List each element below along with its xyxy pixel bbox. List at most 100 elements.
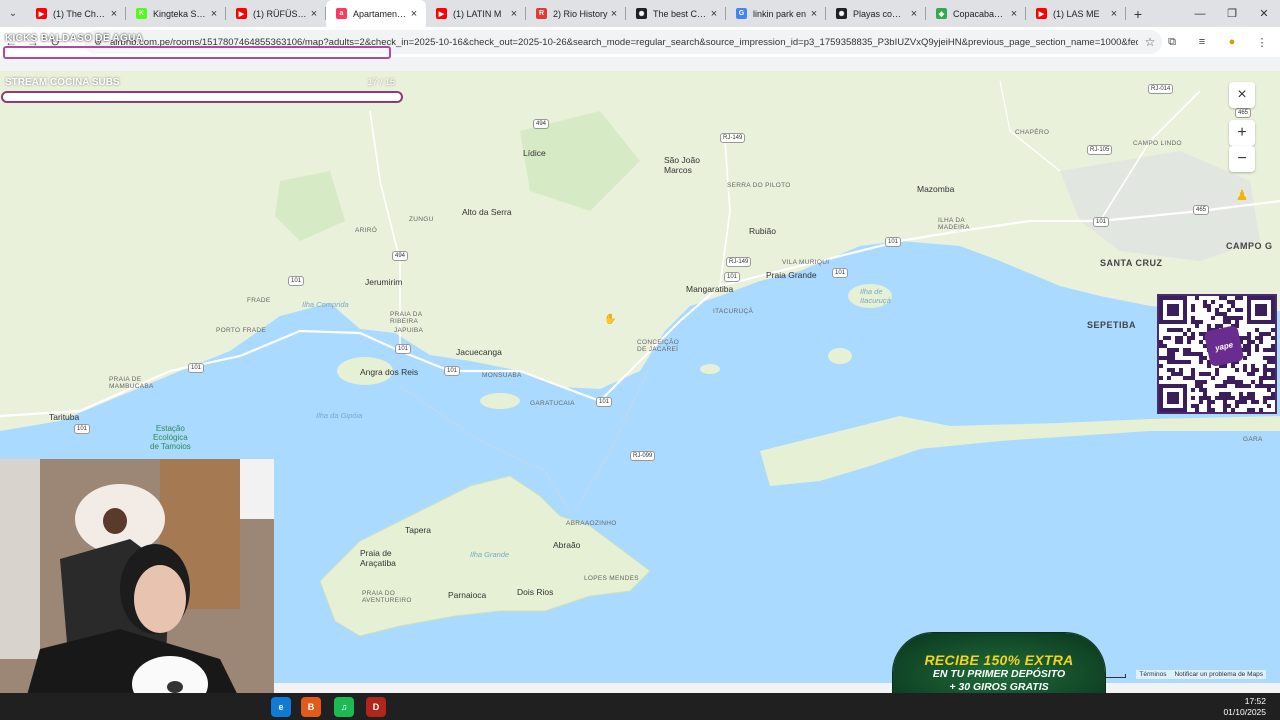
map-place-label: JAPUIBA <box>394 327 424 334</box>
new-tab-button[interactable]: + <box>1126 6 1150 22</box>
report-problem-link[interactable]: Notificar un problema de Maps <box>1174 671 1263 678</box>
qr-module <box>1263 376 1267 380</box>
qr-module <box>1203 380 1207 384</box>
dota-taskbar-icon[interactable]: D <box>366 697 386 717</box>
tab-favicon-icon: K <box>136 8 147 19</box>
system-clock[interactable]: 17:52 01/10/2025 <box>1223 696 1266 718</box>
browser-tab[interactable]: ▶ (1) RÜFÜS DU × <box>226 0 326 27</box>
zoom-in-button[interactable]: + <box>1229 120 1255 146</box>
map-place-label: Angra dos Reis <box>360 367 419 377</box>
qr-module <box>1175 336 1179 340</box>
qr-module <box>1271 368 1275 372</box>
qr-module <box>1195 404 1199 408</box>
road-shield: 101 <box>1093 217 1110 227</box>
minimize-icon[interactable]: — <box>1184 0 1216 27</box>
map-attribution: Términos Notificar un problema de Maps <box>1136 670 1266 679</box>
browser-tab[interactable]: ▶ (1) LAS ME × <box>1026 0 1126 27</box>
qr-module <box>1227 380 1231 384</box>
map-place-label: Praia Grande <box>766 270 817 280</box>
island <box>700 364 720 374</box>
qr-module <box>1199 396 1203 400</box>
tab-favicon-icon: ▶ <box>236 8 247 19</box>
map-place-label: Alto da Serra <box>462 207 512 217</box>
spotify-taskbar-icon[interactable]: ♫ <box>334 697 354 717</box>
extensions-icon[interactable]: ⧉ <box>1160 30 1184 54</box>
street-view-pegman-icon[interactable]: ♟ <box>1233 187 1251 207</box>
zoom-out-button[interactable]: − <box>1229 146 1255 172</box>
tab-search-button[interactable]: ⌄ <box>0 0 26 27</box>
edge-taskbar-icon[interactable]: e <box>271 697 291 717</box>
media-controls-icon[interactable]: ≡ <box>1190 30 1214 54</box>
qr-module <box>1171 360 1175 364</box>
tab-close-icon[interactable]: × <box>408 8 420 20</box>
tab-close-icon[interactable]: × <box>608 8 620 20</box>
promo-line-2: EN TU PRIMER DEPÓSITO <box>932 668 1066 680</box>
qr-module <box>1171 372 1175 376</box>
tab-close-icon[interactable]: × <box>108 8 120 20</box>
qr-module <box>1271 328 1275 332</box>
qr-module <box>1251 364 1255 368</box>
qr-module <box>1199 340 1203 344</box>
browser-tab[interactable]: ✺ Playas comune× <box>826 0 926 27</box>
qr-module <box>1259 376 1263 380</box>
qr-module <box>1191 404 1195 408</box>
qr-module <box>1227 300 1231 304</box>
browser-tab[interactable]: a Apartamento c × <box>326 0 426 27</box>
qr-module <box>1199 320 1203 324</box>
qr-module <box>1203 388 1207 392</box>
tab-close-icon[interactable]: × <box>1008 8 1020 20</box>
qr-module <box>1259 332 1263 336</box>
close-window-icon[interactable]: ✕ <box>1248 0 1280 27</box>
browser-tab[interactable]: ◈ Copacabana - × <box>926 0 1026 27</box>
qr-module <box>1227 392 1231 396</box>
qr-module <box>1187 328 1191 332</box>
qr-module <box>1247 340 1251 344</box>
qr-module <box>1203 300 1207 304</box>
restore-icon[interactable]: ❐ <box>1216 0 1248 27</box>
browser-tab[interactable]: Glinkin park en × <box>726 0 826 27</box>
browser-tab[interactable]: ▶ (1) LATIN M × <box>426 0 526 27</box>
map-place-label: Tapera <box>405 525 431 535</box>
qr-module <box>1227 320 1231 324</box>
road-shield: 101 <box>288 276 305 286</box>
tab-close-icon[interactable]: × <box>1108 8 1120 20</box>
browser-tab[interactable]: R 2) Rio History × <box>526 0 626 27</box>
qr-module <box>1231 380 1235 384</box>
tab-close-icon[interactable]: × <box>708 8 720 20</box>
tab-close-icon[interactable]: × <box>308 8 320 20</box>
road-shield: 465 <box>1193 205 1210 215</box>
road-shield: RJ-105 <box>1087 145 1113 155</box>
sub-goal-count: 17 / 15 <box>367 77 395 87</box>
menu-kebab-icon[interactable]: ⋮ <box>1250 30 1274 54</box>
brave-taskbar-icon[interactable]: B <box>301 697 321 717</box>
map-place-label: São João Marcos <box>664 155 700 175</box>
qr-module <box>1231 364 1235 368</box>
map-place-label: Ilha Comprida <box>302 300 349 309</box>
bookmark-star-icon[interactable]: ☆ <box>1138 35 1162 49</box>
qr-module <box>1199 388 1203 392</box>
qr-module <box>1199 356 1203 360</box>
browser-tab[interactable]: ✺ The best ChatG× <box>626 0 726 27</box>
terms-link[interactable]: Términos <box>1139 671 1166 678</box>
tab-separator <box>1125 7 1126 20</box>
tab-close-icon[interactable]: × <box>808 8 820 20</box>
qr-module <box>1191 352 1195 356</box>
qr-module <box>1227 404 1231 408</box>
browser-tab[interactable]: K Kingteka Strea × <box>126 0 226 27</box>
qr-module <box>1175 372 1179 376</box>
tab-close-icon[interactable]: × <box>508 8 520 20</box>
tab-title: Apartamento c <box>353 8 408 19</box>
qr-module <box>1191 320 1195 324</box>
tab-close-icon[interactable]: × <box>908 8 920 20</box>
browser-tab[interactable]: ▶ (1) The Chemic× <box>26 0 126 27</box>
qr-module <box>1271 348 1275 352</box>
tab-favicon-icon: ▶ <box>1036 8 1047 19</box>
qr-module <box>1271 396 1275 400</box>
qr-module <box>1207 396 1211 400</box>
map-place-label: ZUNGU <box>409 216 434 223</box>
qr-module <box>1251 408 1255 412</box>
close-map-button[interactable]: × <box>1229 82 1255 108</box>
tab-close-icon[interactable]: × <box>208 8 220 20</box>
profile-avatar-icon[interactable]: ● <box>1220 30 1244 54</box>
qr-module <box>1223 316 1227 320</box>
